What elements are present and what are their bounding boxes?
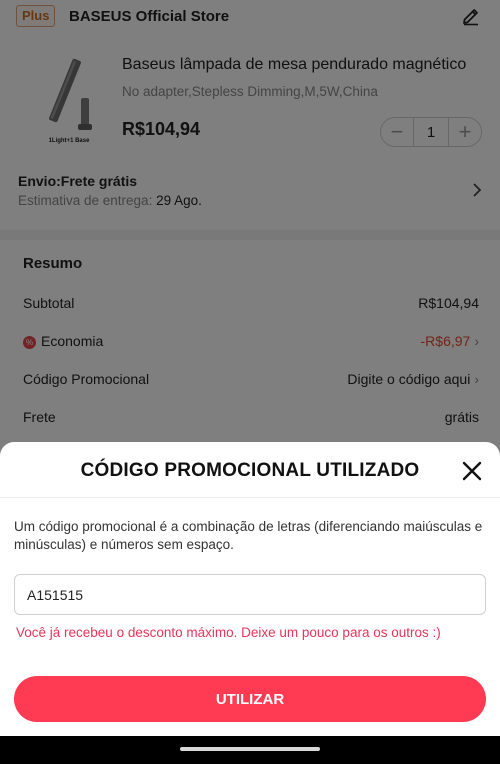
system-nav-bar	[0, 736, 500, 764]
error-message: Você já recebeu o desconto máximo. Deixe…	[16, 625, 441, 640]
home-indicator[interactable]	[180, 747, 320, 751]
apply-button[interactable]: UTILIZAR	[14, 676, 486, 722]
promo-description: Um código promocional é a combinação de …	[14, 519, 483, 552]
promo-code-input[interactable]	[14, 574, 486, 615]
promo-code-sheet: CÓDIGO PROMOCIONAL UTILIZADO Um código p…	[0, 442, 500, 736]
sheet-title: CÓDIGO PROMOCIONAL UTILIZADO	[80, 460, 420, 481]
sheet-divider	[0, 497, 500, 498]
close-icon[interactable]	[461, 460, 483, 482]
